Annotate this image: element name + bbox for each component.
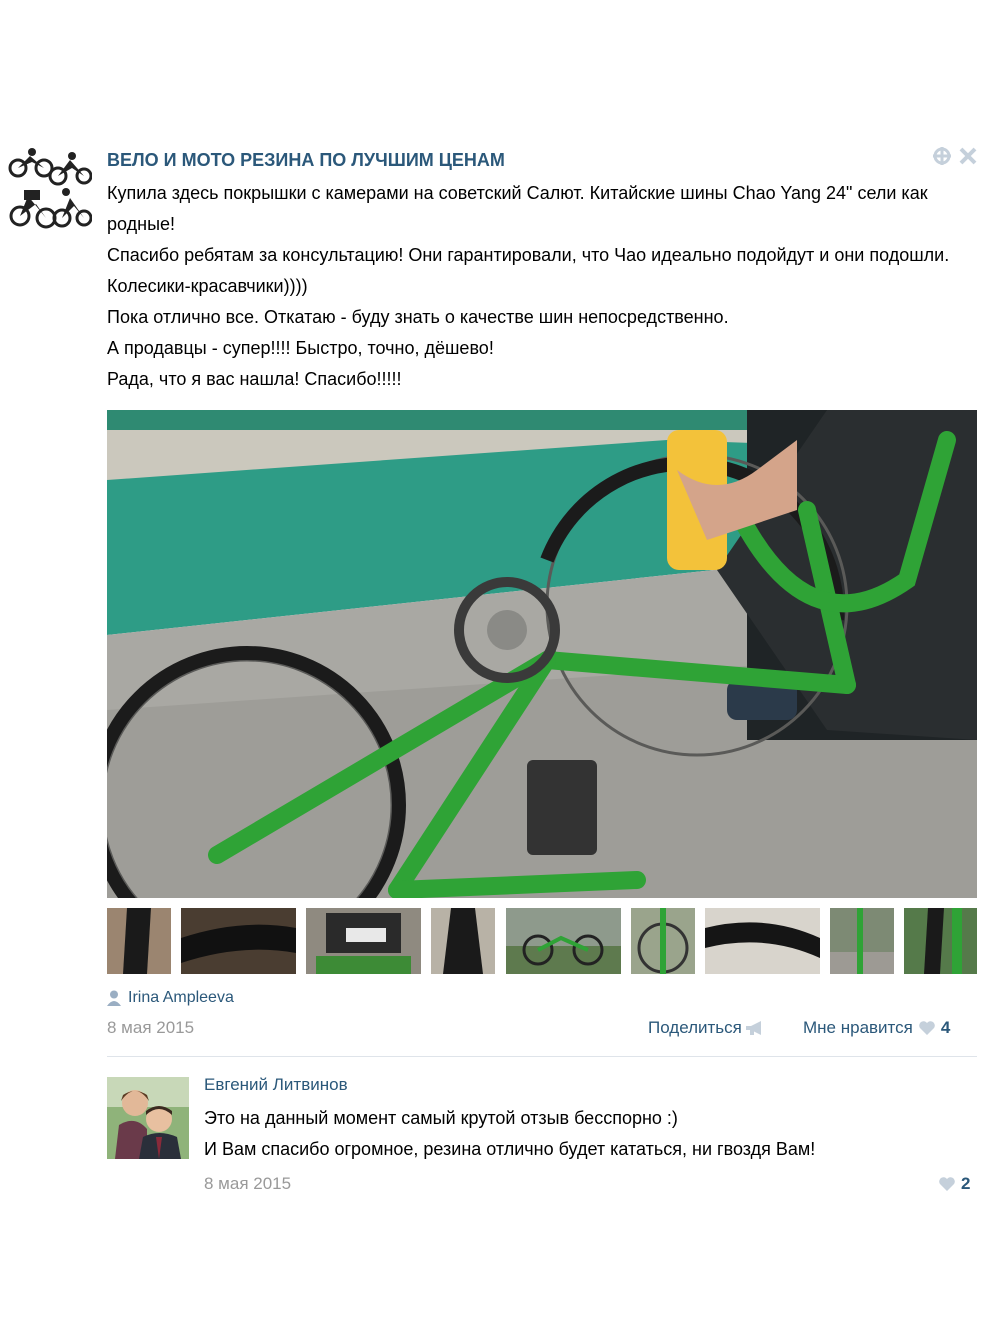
- wall-post: ВЕЛО И МОТО РЕЗИНА ПО ЛУЧШИМ ЦЕНАМ Купил…: [0, 0, 1000, 1340]
- divider: [107, 1056, 977, 1057]
- post-text-line: Пока отлично все. Откатаю - буду знать о…: [107, 307, 729, 327]
- photo-thumbnail[interactable]: [904, 908, 977, 974]
- photo-thumbnail[interactable]: [631, 908, 695, 974]
- post-text-line: Спасибо ребятам за консультацию! Они гар…: [107, 245, 950, 296]
- post-text-line: Купила здесь покрышки с камерами на сове…: [107, 183, 928, 234]
- photo-thumbnail[interactable]: [830, 908, 894, 974]
- photo-thumbnail[interactable]: [181, 908, 296, 974]
- comment-text-line: Это на данный момент самый крутой отзыв …: [204, 1108, 678, 1128]
- share-button[interactable]: Поделиться: [648, 1018, 765, 1038]
- close-icon[interactable]: [958, 146, 978, 166]
- photo-thumbnail[interactable]: [107, 908, 171, 974]
- share-label: Поделиться: [648, 1018, 742, 1037]
- post-text: Купила здесь покрышки с камерами на сове…: [107, 178, 977, 395]
- megaphone-icon: [745, 1020, 765, 1036]
- crosshair-icon[interactable]: [932, 146, 952, 166]
- like-button[interactable]: Мне нравится 4: [803, 1018, 950, 1038]
- post-text-line: Рада, что я вас нашла! Спасибо!!!!!: [107, 369, 402, 389]
- photo-thumbnail[interactable]: [705, 908, 820, 974]
- post-author[interactable]: Irina Ampleeva: [107, 989, 234, 1007]
- post-actions: [932, 146, 978, 166]
- group-name-link[interactable]: ВЕЛО И МОТО РЕЗИНА ПО ЛУЧШИМ ЦЕНАМ: [107, 150, 505, 171]
- post-author-name: Irina Ampleeva: [128, 989, 234, 1006]
- photo-thumbnail[interactable]: [506, 908, 621, 974]
- main-photo[interactable]: [107, 410, 977, 898]
- photo-thumbnail[interactable]: [306, 908, 421, 974]
- comment-author[interactable]: Евгений Литвинов: [204, 1075, 348, 1095]
- comment-avatar[interactable]: [107, 1077, 189, 1159]
- photo-thumbnail[interactable]: [431, 908, 495, 974]
- comment-like-count: 2: [961, 1174, 971, 1193]
- comment-text: Это на данный момент самый крутой отзыв …: [204, 1103, 974, 1165]
- group-avatar[interactable]: [6, 146, 92, 234]
- like-label: Мне нравится: [803, 1018, 913, 1037]
- like-count: 4: [940, 1018, 951, 1037]
- bikers-logo-icon: [8, 148, 92, 229]
- comment-like-button[interactable]: 2: [938, 1174, 970, 1194]
- comment-text-line: И Вам спасибо огромное, резина отлично б…: [204, 1139, 816, 1159]
- heart-icon: [918, 1020, 936, 1036]
- post-date[interactable]: 8 мая 2015: [107, 1018, 194, 1038]
- heart-icon: [938, 1176, 956, 1192]
- post-text-line: А продавцы - супер!!!! Быстро, точно, дё…: [107, 338, 494, 358]
- photo-thumbnails: [107, 908, 977, 974]
- comment-date[interactable]: 8 мая 2015: [204, 1174, 291, 1194]
- user-icon: [107, 990, 121, 1006]
